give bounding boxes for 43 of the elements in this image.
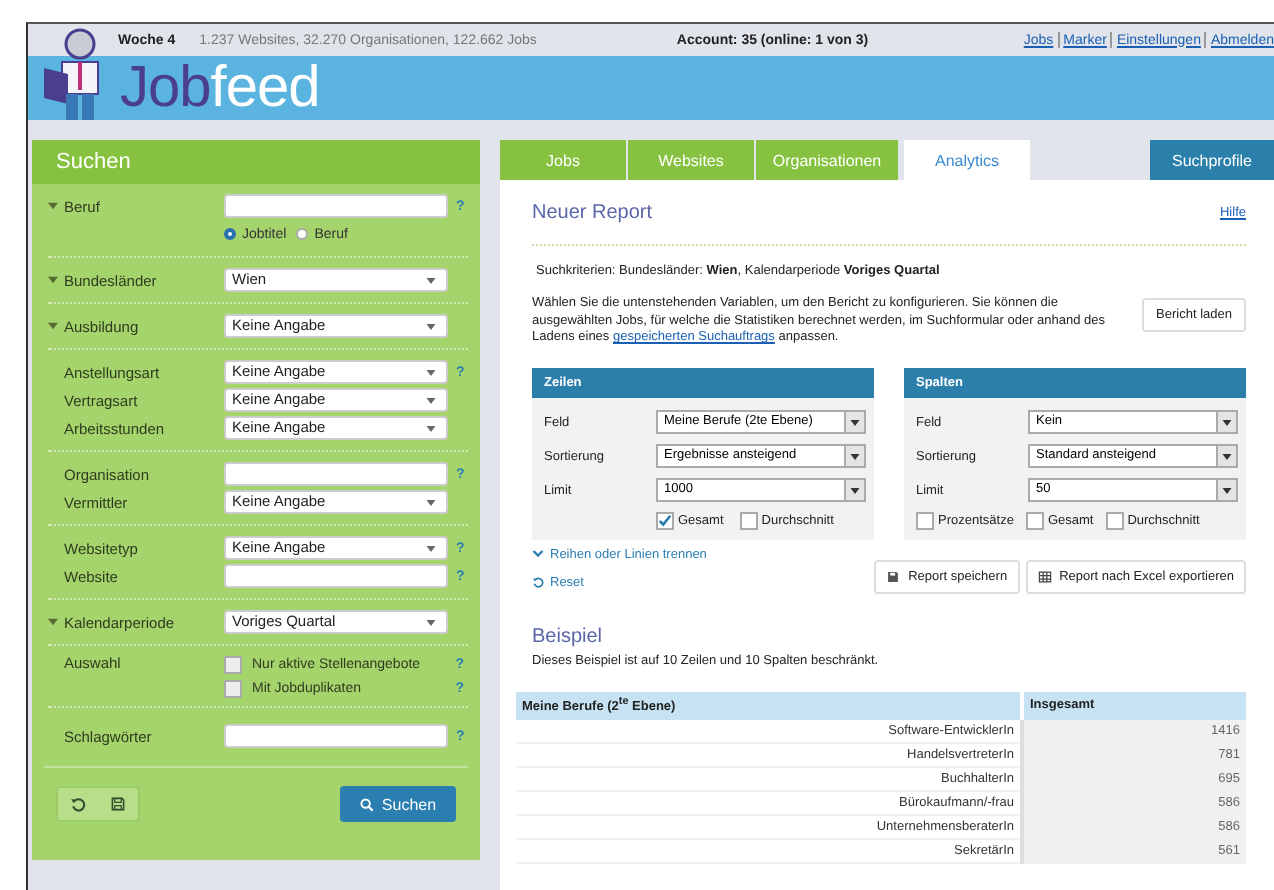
checkbox[interactable] (1105, 511, 1124, 529)
table-icon (1037, 569, 1052, 583)
reset-icon (532, 576, 544, 588)
chevron-icon (532, 548, 544, 560)
checkbox[interactable] (224, 679, 242, 697)
radio-button[interactable] (224, 228, 236, 240)
collapse-icon[interactable] (48, 618, 58, 626)
caret-icon (426, 398, 436, 404)
radio-button[interactable] (296, 228, 309, 240)
search-button[interactable]: Suchen (340, 786, 456, 822)
collapse-icon[interactable] (48, 322, 58, 330)
caret-icon (426, 546, 436, 552)
save-icon (886, 569, 901, 583)
input-field[interactable] (224, 564, 448, 588)
profiles-button[interactable]: Suchprofile (1150, 140, 1274, 180)
collapse-icon[interactable] (48, 276, 58, 284)
caret-icon (844, 480, 864, 500)
tab[interactable]: Analytics (904, 140, 1030, 180)
caret-icon (844, 412, 864, 432)
search-icon (359, 797, 374, 811)
checkbox[interactable] (224, 655, 242, 673)
checkbox[interactable] (656, 511, 674, 529)
checkbox[interactable] (1025, 511, 1044, 529)
caret-icon (1216, 480, 1236, 500)
caret-icon (426, 278, 436, 284)
logo-text: Jobfeed (120, 59, 320, 117)
caret-icon (1216, 412, 1236, 432)
caret-icon (1216, 446, 1236, 466)
input-field[interactable] (224, 724, 448, 748)
caret-icon (426, 426, 436, 432)
caret-icon (426, 500, 436, 506)
panel-title: Suchen (56, 150, 131, 174)
caret-icon (844, 446, 864, 466)
caret-icon (426, 370, 436, 376)
input-field[interactable] (224, 194, 448, 218)
input-field[interactable] (224, 462, 448, 486)
report-title: Neuer Report (532, 201, 653, 223)
checkbox[interactable] (916, 511, 934, 529)
caret-icon (426, 324, 436, 330)
collapse-icon[interactable] (48, 202, 58, 210)
checkbox[interactable] (739, 511, 758, 529)
example-title: Beispiel (532, 625, 605, 647)
caret-icon (426, 620, 436, 626)
